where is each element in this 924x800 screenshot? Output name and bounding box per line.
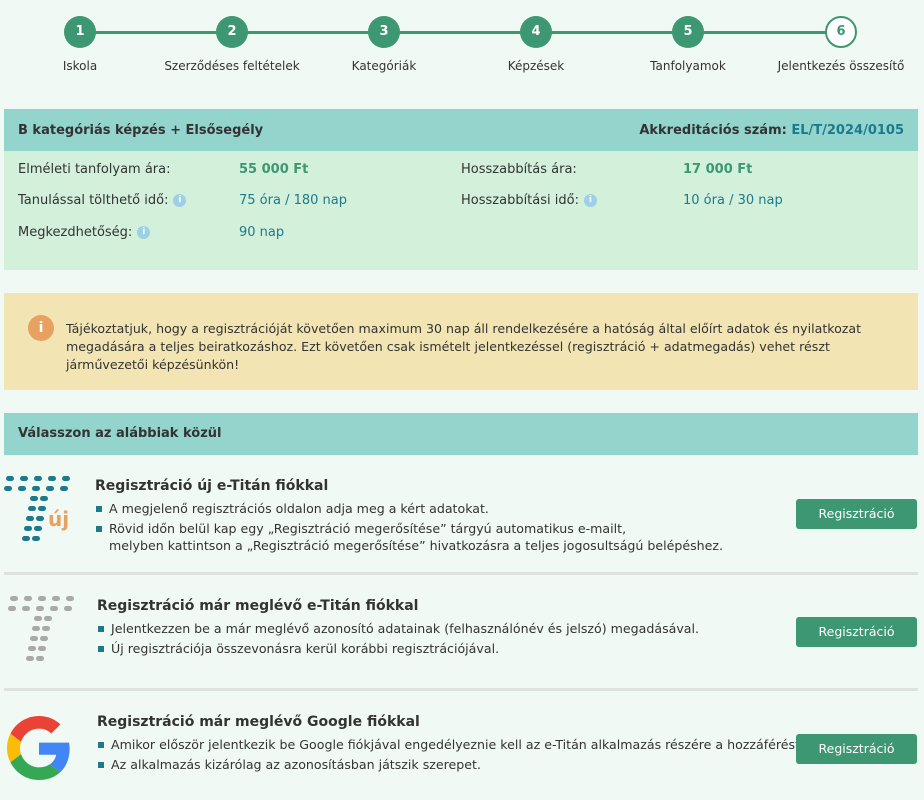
info-icon[interactable]: i: [583, 194, 597, 207]
study-time-label: Tanulással tölthető idő: i: [18, 193, 187, 208]
register-button[interactable]: Regisztráció: [796, 617, 917, 647]
step-tanfolyamok[interactable]: 5 Tanfolyamok: [608, 0, 768, 73]
list-item: Rövid időn belül kap egy „Regisztráció m…: [95, 520, 723, 537]
list-item: Jelentkezzen be a már meglévő azonosító …: [97, 620, 699, 637]
start-value: 90 nap: [239, 225, 285, 240]
google-logo-icon: [7, 716, 70, 780]
notice-text: Tájékoztatjuk, hogy a regisztrációját kö…: [66, 321, 862, 372]
theory-price-value: 55 000 Ft: [239, 162, 309, 177]
register-button[interactable]: Regisztráció: [796, 734, 917, 764]
step-jelentkezes-osszesito: 6 Jelentkezés összesítő: [761, 0, 921, 73]
progress-stepper: 1 Iskola 2 Szerződéses feltételek 3 Kate…: [0, 0, 924, 95]
step-number: 4: [520, 16, 552, 48]
step-label: Tanfolyamok: [650, 59, 726, 73]
extension-time-value: 10 óra / 30 nap: [683, 193, 783, 208]
step-number: 3: [368, 16, 400, 48]
accreditation: Akkreditációs szám: EL/T/2024/0105: [639, 123, 904, 138]
list-item: melyben kattintson a „Regisztráció meger…: [109, 538, 724, 553]
step-szerzodeses-feltetelek[interactable]: 2 Szerződéses feltételek: [152, 0, 312, 73]
extension-price-value: 17 000 Ft: [683, 162, 753, 177]
registration-notice: i Tájékoztatjuk, hogy a regisztrációját …: [4, 293, 918, 390]
etitan-new-logo-icon: új: [4, 476, 70, 541]
etitan-logo-icon: [8, 596, 74, 661]
info-icon[interactable]: i: [173, 194, 187, 207]
study-time-value: 75 óra / 180 nap: [239, 193, 347, 208]
step-iskola[interactable]: 1 Iskola: [0, 0, 160, 73]
options-header: Válasszon az alábbiak közül: [4, 413, 918, 455]
divider: [4, 688, 918, 691]
step-label: Képzések: [507, 59, 565, 73]
step-label: Iskola: [62, 59, 98, 73]
theory-price-label: Elméleti tanfolyam ára:: [18, 162, 171, 177]
option-title: Regisztráció már meglévő Google fiókkal: [97, 714, 420, 730]
option-bullets: Amikor először jelentkezik be Google fió…: [97, 736, 804, 776]
option-bullets: A megjelenő regisztrációs oldalon adja m…: [95, 500, 723, 557]
step-number-current: 6: [825, 16, 857, 48]
accreditation-number: EL/T/2024/0105: [791, 122, 904, 138]
option-bullets: Jelentkezzen be a már meglévő azonosító …: [97, 620, 699, 660]
option-new-etitan: új Regisztráció új e-Titán fiókkal A meg…: [4, 470, 918, 570]
course-title: B kategóriás képzés + Elsősegély: [18, 122, 264, 138]
extension-time-label: Hosszabbítási idő: i: [461, 193, 597, 208]
logo-new-text: új: [48, 507, 69, 531]
register-button[interactable]: Regisztráció: [796, 499, 917, 529]
list-item: Amikor először jelentkezik be Google fió…: [97, 736, 804, 753]
list-item: Új regisztrációja összevonásra kerül kor…: [97, 640, 699, 657]
option-title: Regisztráció már meglévő e-Titán fiókkal: [97, 598, 419, 614]
start-label: Megkezdhetőség: i: [18, 225, 151, 240]
step-kategoriak[interactable]: 3 Kategóriák: [304, 0, 464, 73]
divider: [4, 572, 918, 575]
step-number: 5: [672, 16, 704, 48]
accreditation-label: Akkreditációs szám:: [639, 122, 787, 138]
option-google: Regisztráció már meglévő Google fiókkal …: [4, 706, 918, 800]
info-icon[interactable]: i: [137, 226, 151, 239]
step-number: 1: [64, 16, 96, 48]
extension-price-label: Hosszabbítás ára:: [461, 162, 577, 177]
step-kepzesek[interactable]: 4 Képzések: [456, 0, 616, 73]
option-title: Regisztráció új e-Titán fiókkal: [95, 478, 329, 494]
list-item: Az alkalmazás kizárólag az azonosításban…: [97, 756, 804, 773]
info-icon: i: [28, 315, 54, 341]
option-existing-etitan: Regisztráció már meglévő e-Titán fiókkal…: [4, 590, 918, 685]
course-info-card: B kategóriás képzés + Elsősegély Akkredi…: [4, 109, 918, 270]
step-label: Szerződéses feltételek: [164, 59, 300, 73]
list-item: A megjelenő regisztrációs oldalon adja m…: [95, 500, 723, 517]
step-label: Kategóriák: [351, 59, 417, 73]
step-number: 2: [216, 16, 248, 48]
step-label: Jelentkezés összesítő: [777, 59, 905, 73]
course-header: B kategóriás képzés + Elsősegély Akkredi…: [4, 109, 918, 151]
